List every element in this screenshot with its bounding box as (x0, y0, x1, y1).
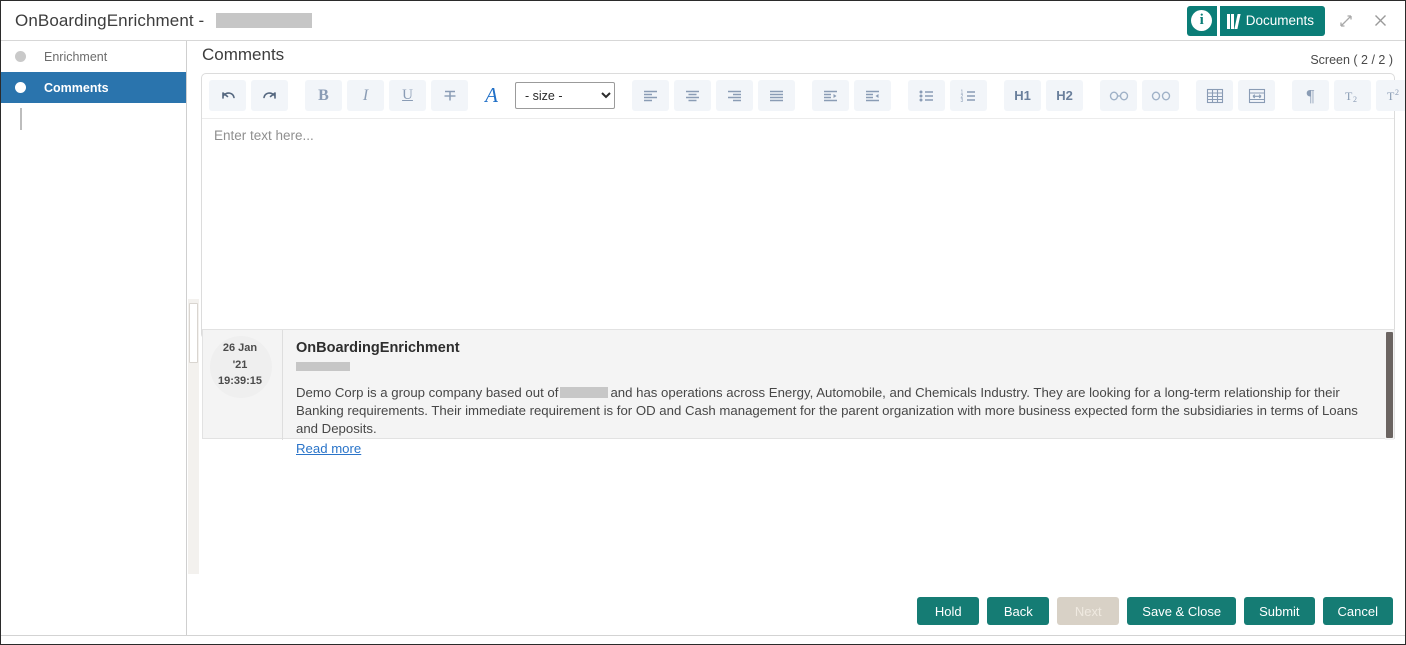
info-button[interactable]: i (1186, 5, 1217, 36)
heading-2-icon[interactable]: H2 (1046, 80, 1083, 111)
comment-date-day: 26 Jan (222, 342, 258, 354)
insert-table-icon[interactable] (1196, 80, 1233, 111)
window-title: OnBoardingEnrichment - (1, 11, 313, 31)
align-center-icon[interactable] (674, 80, 711, 111)
comment-editor: B I U A - size - 1 2 3 H1 H2 ¶ T 2 T 2 E… (201, 73, 1405, 339)
comment-text-area-placeholder: Enter text here... (214, 128, 314, 143)
svg-text:2: 2 (1353, 95, 1357, 104)
books-icon (1226, 13, 1241, 29)
comment-text-part-1: Demo Corp is a group company based out o… (296, 385, 559, 400)
superscript-icon[interactable]: T2 (1376, 80, 1405, 111)
stage-connector-line (20, 108, 22, 130)
content-scrollbar-thumb[interactable] (189, 303, 198, 363)
indent-increase-icon[interactable] (812, 80, 849, 111)
comment-scrollbar-thumb[interactable] (1386, 332, 1393, 438)
subscript-icon[interactable]: T2 (1334, 80, 1371, 111)
svg-text:2: 2 (1395, 88, 1399, 97)
stage-dot-icon (15, 82, 26, 93)
strikethrough-icon[interactable] (431, 80, 468, 111)
paragraph-icon[interactable]: ¶ (1292, 80, 1329, 111)
minimize-icon[interactable] (1333, 8, 1359, 34)
application-window: OnBoardingEnrichment - i Documents Enric… (0, 0, 1406, 645)
next-button[interactable]: Next (1057, 597, 1120, 625)
svg-text:T: T (1345, 89, 1353, 103)
comment-text: Demo Corp is a group company based out o… (296, 384, 1374, 438)
info-icon: i (1191, 10, 1213, 31)
stage-dot-icon (15, 51, 26, 62)
sidebar-item-enrichment[interactable]: Enrichment (1, 41, 186, 72)
remove-link-icon[interactable] (1142, 80, 1179, 111)
heading-1-icon[interactable]: H1 (1004, 80, 1041, 111)
redo-icon[interactable] (251, 80, 288, 111)
comment-divider (282, 330, 283, 440)
numbered-list-icon[interactable]: 123 (950, 80, 987, 111)
window-bottom-divider (1, 635, 1405, 636)
italic-icon[interactable]: I (347, 80, 384, 111)
table-cell-width-icon[interactable] (1238, 80, 1275, 111)
indent-decrease-icon[interactable] (854, 80, 891, 111)
comment-redacted-value (560, 387, 609, 398)
svg-text:3: 3 (960, 98, 963, 103)
undo-icon[interactable] (209, 80, 246, 111)
page-title: Comments (202, 45, 285, 64)
hold-button[interactable]: Hold (917, 597, 980, 625)
title-redacted-value (216, 12, 313, 28)
stage-sidebar: Enrichment Comments (1, 41, 187, 635)
comment-content: OnBoardingEnrichment Demo Corp is a grou… (296, 340, 1374, 458)
bold-icon[interactable]: B (305, 80, 342, 111)
font-size-select[interactable]: - size - (515, 82, 615, 109)
content-scrollbar[interactable] (188, 299, 199, 574)
comment-timestamp: 26 Jan '21 19:39:15 (209, 340, 271, 390)
sidebar-item-label: Comments (44, 80, 109, 95)
comment-date-time: 19:39:15 (217, 375, 263, 387)
close-icon[interactable] (1367, 8, 1393, 34)
documents-button[interactable]: Documents (1219, 5, 1325, 36)
editor-toolbar: B I U A - size - 1 2 3 H1 H2 ¶ T 2 T 2 (202, 74, 1405, 117)
underline-icon[interactable]: U (389, 80, 426, 111)
submit-button[interactable]: Submit (1244, 597, 1315, 625)
main-content: Comments Screen ( 2 / 2 ) B I U A - size… (188, 41, 1405, 635)
comment-text-area[interactable]: Enter text here... (202, 118, 1394, 338)
svg-text:T: T (1387, 89, 1395, 103)
bullet-list-icon[interactable] (908, 80, 945, 111)
title-bar-actions: i Documents (1186, 5, 1405, 36)
screen-counter: Screen ( 2 / 2 ) (1310, 53, 1393, 67)
comment-author-redacted-value (296, 362, 350, 371)
save-and-close-button[interactable]: Save & Close (1127, 597, 1237, 625)
back-button[interactable]: Back (987, 597, 1050, 625)
align-justify-icon[interactable] (758, 80, 795, 111)
comment-author: OnBoardingEnrichment (296, 340, 460, 356)
read-more-link[interactable]: Read more (296, 441, 361, 456)
comment-date-year: '21 (232, 358, 248, 371)
sidebar-item-comments[interactable]: Comments (1, 72, 186, 103)
action-bar: Hold Back Next Save & Close Submit Cance… (188, 586, 1405, 635)
documents-button-label: Documents (1245, 13, 1314, 28)
insert-link-icon[interactable] (1100, 80, 1137, 111)
sidebar-item-label: Enrichment (44, 49, 108, 64)
font-color-icon[interactable]: A (473, 80, 510, 111)
align-right-icon[interactable] (716, 80, 753, 111)
title-bar: OnBoardingEnrichment - i Documents (1, 1, 1405, 41)
comment-scrollbar[interactable] (1385, 330, 1394, 440)
align-left-icon[interactable] (632, 80, 669, 111)
comment-list-item: 26 Jan '21 19:39:15 OnBoardingEnrichment… (202, 329, 1395, 456)
cancel-button[interactable]: Cancel (1322, 597, 1393, 625)
